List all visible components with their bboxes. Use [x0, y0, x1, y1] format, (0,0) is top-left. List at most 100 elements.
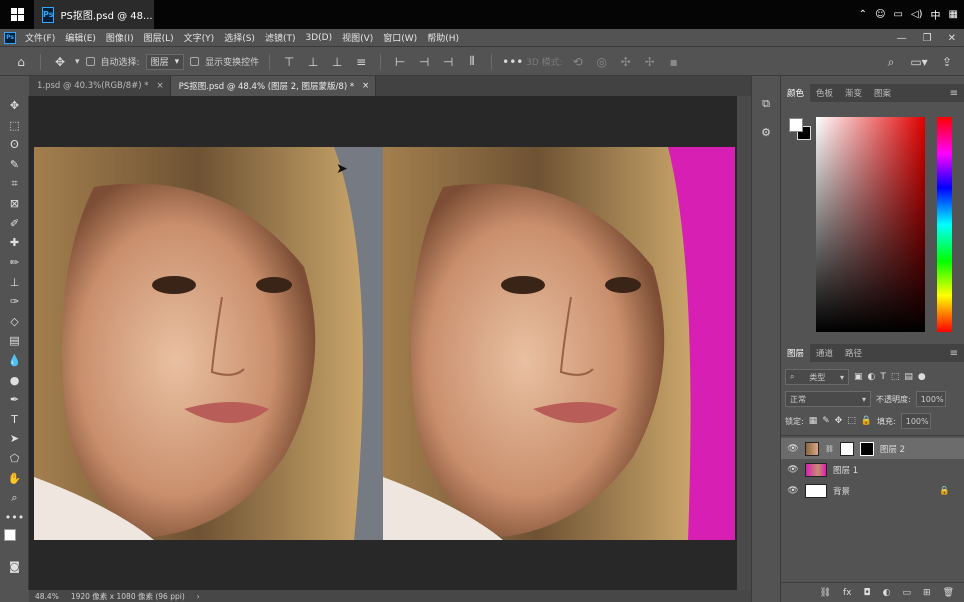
image-original[interactable]: [34, 147, 383, 540]
user-icon[interactable]: ☺: [875, 9, 885, 20]
auto-select-checkbox[interactable]: [85, 57, 95, 66]
crop-tool-icon[interactable]: ⌗: [0, 174, 29, 194]
home-icon[interactable]: ⌂: [12, 55, 30, 69]
tab-color[interactable]: 颜色: [781, 84, 811, 102]
vertical-scrollbar[interactable]: [737, 96, 751, 590]
eraser-tool-icon[interactable]: ◇: [0, 312, 29, 332]
auto-select-dropdown[interactable]: 图层 ▾: [145, 53, 185, 70]
close-icon[interactable]: ×: [157, 81, 164, 91]
filter-adjust-icon[interactable]: ◐: [868, 372, 876, 382]
frame-tool-icon[interactable]: ⊠: [0, 194, 29, 214]
panel-menu-icon[interactable]: ≡: [950, 88, 964, 99]
chevron-up-icon[interactable]: ⌃: [859, 9, 867, 20]
taskbar-tab-photoshop[interactable]: Ps PS抠图.psd @ 48...: [34, 0, 154, 29]
3d-orbit-icon[interactable]: ⟲: [569, 55, 587, 69]
lock-icon[interactable]: 🔒: [939, 486, 950, 496]
add-mask-icon[interactable]: ◘: [864, 588, 871, 598]
stamp-tool-icon[interactable]: ⊥: [0, 272, 29, 292]
trash-icon[interactable]: 🗑: [943, 588, 954, 598]
panel-menu-icon[interactable]: ≡: [950, 348, 964, 359]
quick-mask-icon[interactable]: ◙: [0, 557, 29, 577]
opacity-input[interactable]: 100%: [915, 391, 946, 407]
align-top-icon[interactable]: ⊤: [280, 55, 298, 69]
filter-shape-icon[interactable]: ⬚: [891, 372, 900, 382]
gradient-tool-icon[interactable]: ▤: [0, 331, 29, 351]
tab-paths[interactable]: 路径: [839, 344, 868, 362]
layer-row-layer1[interactable]: 👁 图层 1: [781, 459, 964, 480]
brush-tool-icon[interactable]: ✏: [0, 253, 29, 273]
more-tools-icon[interactable]: •••: [0, 507, 29, 527]
history-panel-icon[interactable]: ⧉: [752, 90, 780, 118]
tab-layers[interactable]: 图层: [781, 344, 811, 362]
close-icon[interactable]: ✕: [948, 33, 956, 44]
chevron-down-icon[interactable]: ▾: [75, 57, 80, 67]
move-tool-icon[interactable]: ✥: [0, 96, 29, 116]
document-info[interactable]: 1920 像素 x 1080 像素 (96 ppi): [71, 591, 185, 602]
menu-image[interactable]: 图像(I): [101, 31, 139, 44]
vector-mask-thumbnail[interactable]: [859, 441, 874, 456]
volume-icon[interactable]: ◁): [911, 9, 923, 20]
move-tool-icon[interactable]: ✥: [51, 55, 69, 69]
show-transform-checkbox[interactable]: [190, 57, 200, 66]
layer-mask-thumbnail[interactable]: [839, 441, 854, 456]
keyboard-icon[interactable]: ▦: [949, 9, 958, 20]
menu-3d[interactable]: 3D(D): [300, 33, 337, 43]
windows-start-icon[interactable]: [0, 0, 34, 29]
3d-pan-icon[interactable]: ✣: [617, 55, 635, 69]
eye-icon[interactable]: 👁: [787, 444, 799, 454]
new-group-icon[interactable]: ▭: [903, 588, 912, 598]
menu-file[interactable]: 文件(F): [20, 31, 60, 44]
hue-slider[interactable]: [937, 117, 952, 332]
properties-panel-icon[interactable]: ⚙: [752, 118, 780, 146]
menu-view[interactable]: 视图(V): [337, 31, 378, 44]
eye-icon[interactable]: 👁: [787, 465, 799, 475]
hand-tool-icon[interactable]: ✋: [0, 468, 29, 488]
shape-tool-icon[interactable]: ⬠: [0, 449, 29, 469]
filter-type-icon[interactable]: T: [880, 372, 886, 382]
restore-icon[interactable]: ❐: [923, 33, 932, 44]
menu-layer[interactable]: 图层(L): [139, 31, 179, 44]
lock-artboard-icon[interactable]: ⬚: [847, 416, 856, 426]
foreground-color-swatch[interactable]: [789, 118, 803, 132]
align-hcenter-icon[interactable]: ⊣: [415, 55, 433, 69]
menu-edit[interactable]: 编辑(E): [60, 31, 101, 44]
app-icon[interactable]: Ps: [4, 31, 16, 44]
distribute-icon[interactable]: ≡: [352, 55, 370, 69]
image-cutout[interactable]: [383, 147, 735, 540]
share-icon[interactable]: ⇪: [938, 55, 956, 69]
marquee-tool-icon[interactable]: ⬚: [0, 116, 29, 136]
layer-filter-dropdown[interactable]: ⌕ 类型 ▾: [785, 369, 849, 385]
doc-tab-2[interactable]: PS抠图.psd @ 48.4% (图层 2, 图层蒙版/8) * ×: [170, 76, 377, 96]
blend-mode-dropdown[interactable]: 正常 ▾: [785, 391, 871, 407]
toolbar-grip[interactable]: [0, 76, 29, 96]
more-options-icon[interactable]: •••: [502, 55, 523, 69]
healing-brush-tool-icon[interactable]: ✚: [0, 233, 29, 253]
3d-scale-icon[interactable]: ▪: [665, 55, 683, 69]
filter-toggle-icon[interactable]: ●: [918, 372, 926, 382]
tab-gradients[interactable]: 渐变: [839, 84, 868, 102]
type-tool-icon[interactable]: T: [0, 410, 29, 430]
path-select-tool-icon[interactable]: ➤: [0, 429, 29, 449]
tab-patterns[interactable]: 图案: [868, 84, 897, 102]
distribute-h-icon[interactable]: ⫴: [463, 54, 481, 69]
search-icon[interactable]: ⌕: [882, 55, 900, 70]
menu-filter[interactable]: 滤镜(T): [260, 31, 301, 44]
eye-icon[interactable]: 👁: [787, 486, 799, 496]
menu-select[interactable]: 选择(S): [219, 31, 260, 44]
link-layers-icon[interactable]: ⛓: [820, 588, 831, 598]
align-vcenter-icon[interactable]: ⊥: [304, 55, 322, 69]
new-layer-icon[interactable]: ⊞: [923, 588, 931, 598]
filter-smart-icon[interactable]: ▤: [904, 372, 913, 382]
align-right-icon[interactable]: ⊣: [439, 55, 457, 69]
fg-bg-colors[interactable]: [789, 118, 813, 142]
blur-tool-icon[interactable]: 💧: [0, 351, 29, 371]
minimize-icon[interactable]: —: [897, 33, 907, 44]
menu-type[interactable]: 文字(Y): [179, 31, 220, 44]
align-bottom-icon[interactable]: ⊥: [328, 55, 346, 69]
layer-row-background[interactable]: 👁 背景 🔒: [781, 480, 964, 501]
lasso-tool-icon[interactable]: ʘ: [0, 135, 29, 155]
menu-window[interactable]: 窗口(W): [378, 31, 422, 44]
align-left-icon[interactable]: ⊢: [391, 55, 409, 69]
color-swatches[interactable]: [0, 527, 29, 557]
3d-slide-icon[interactable]: ✢: [641, 55, 659, 69]
